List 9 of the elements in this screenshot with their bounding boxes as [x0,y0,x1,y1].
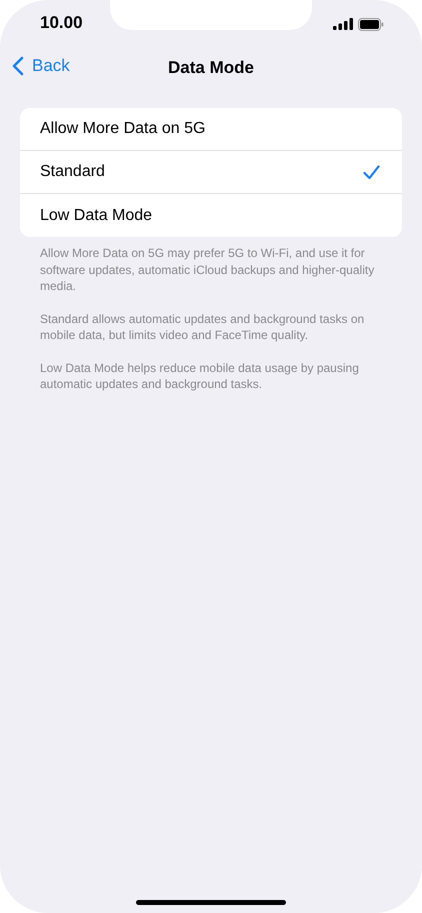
footer-note: Allow More Data on 5G may prefer 5G to Wi-Fi, and use it for software updates, automatic iCloud backups and higher-quality media. [40,245,376,294]
signal-icon [333,18,353,30]
battery-icon [358,18,384,30]
screen-title: Data Mode [168,58,254,78]
chevron-left-icon [12,56,24,76]
footer-note: Standard allows automatic updates and background tasks on mobile data, but limits video and FaceTime quality. [40,310,366,344]
option-row[interactable]: Allow More Data on 5G [20,108,402,151]
footer-note: Low Data Mode helps reduce mobile data usage by pausing automatic updates and background tasks. [40,360,360,392]
status-time: 10.00 [40,13,83,33]
